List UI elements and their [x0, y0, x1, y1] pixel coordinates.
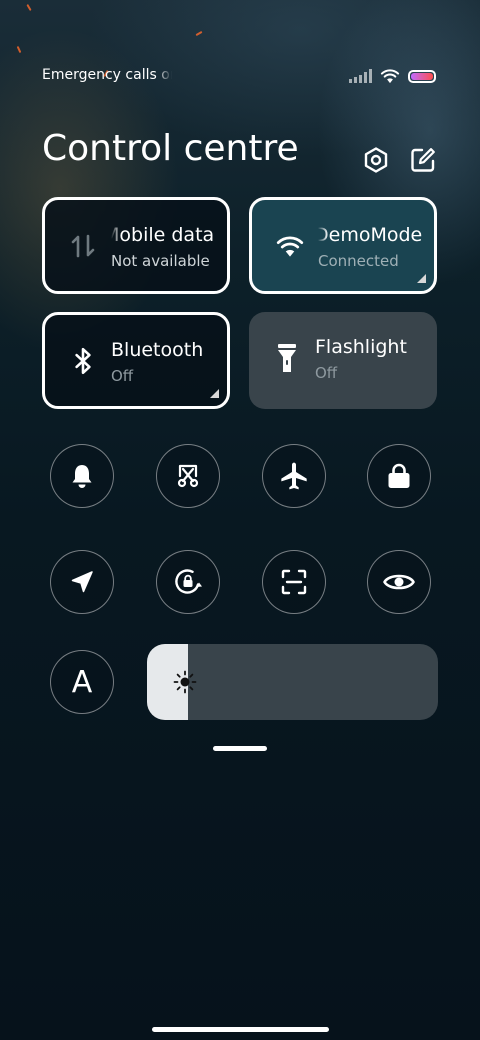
- eye-icon: [383, 574, 415, 590]
- carrier-status-text: Emergency calls only: [42, 67, 172, 83]
- bluetooth-tile[interactable]: Bluetooth Off: [42, 312, 230, 409]
- reading-mode-toggle[interactable]: [367, 550, 431, 614]
- status-bar: Emergency calls only: [0, 60, 480, 94]
- scanner-toggle[interactable]: [262, 550, 326, 614]
- page-title: Control centre: [42, 128, 299, 169]
- status-icons: [349, 66, 436, 86]
- flashlight-label: Flashlight: [315, 336, 407, 358]
- wifi-icon: [274, 230, 306, 262]
- bluetooth-status: Off: [111, 367, 134, 385]
- wifi-icon: [380, 69, 400, 84]
- flashlight-tile[interactable]: Flashlight Off: [249, 312, 437, 409]
- wifi-network-label: DemoMode: [318, 224, 422, 246]
- auto-brightness-label: A: [71, 664, 93, 700]
- mobile-data-status: Not available: [111, 252, 210, 270]
- lock-icon: [388, 463, 410, 488]
- silent-toggle[interactable]: [50, 444, 114, 508]
- battery-icon: [408, 69, 436, 83]
- rotation-lock-icon: [175, 569, 202, 594]
- lock-screen-toggle[interactable]: [367, 444, 431, 508]
- bell-icon: [72, 465, 92, 488]
- data-transfer-icon: [67, 230, 99, 262]
- wifi-status: Connected: [318, 252, 399, 270]
- screenshot-toggle[interactable]: [156, 444, 220, 508]
- settings-icon: [364, 147, 388, 173]
- panel-drag-handle[interactable]: [213, 746, 267, 751]
- wifi-tile[interactable]: DemoMode Connected: [249, 197, 437, 294]
- bluetooth-expand-corner[interactable]: [210, 389, 219, 398]
- flashlight-icon: [271, 342, 303, 374]
- screenshot-scissors-icon: [177, 464, 199, 488]
- brightness-slider[interactable]: [147, 644, 438, 720]
- wifi-expand-corner[interactable]: [417, 274, 426, 283]
- airplane-icon: [281, 462, 307, 490]
- bluetooth-icon: [67, 345, 99, 377]
- airplane-mode-toggle[interactable]: [262, 444, 326, 508]
- scan-icon: [281, 569, 307, 595]
- location-toggle[interactable]: [50, 550, 114, 614]
- signal-icon: [349, 69, 372, 83]
- gesture-navigation-bar[interactable]: [152, 1027, 329, 1032]
- edit-icon: [411, 148, 435, 172]
- mobile-data-tile[interactable]: Mobile data Not available: [42, 197, 230, 294]
- edit-button[interactable]: [405, 142, 441, 178]
- mobile-data-label: Mobile data: [111, 224, 215, 246]
- rotation-lock-toggle[interactable]: [156, 550, 220, 614]
- brightness-sun-icon: [173, 670, 197, 694]
- location-arrow-icon: [71, 571, 93, 593]
- settings-button[interactable]: [358, 142, 394, 178]
- bluetooth-label: Bluetooth: [111, 339, 204, 361]
- flashlight-status: Off: [315, 364, 338, 382]
- auto-brightness-toggle[interactable]: A: [50, 650, 114, 714]
